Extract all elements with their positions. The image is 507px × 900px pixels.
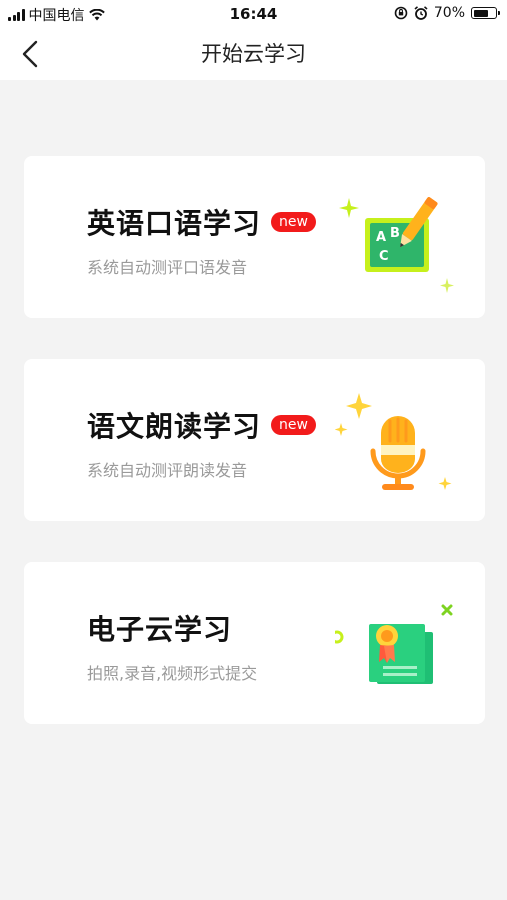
card-electronic-learning[interactable]: 电子云学习 拍照,录音,视频形式提交 — [24, 562, 485, 724]
alarm-icon — [414, 6, 428, 20]
orientation-lock-icon — [394, 6, 408, 20]
svg-text:A: A — [376, 230, 386, 245]
card-english-speaking[interactable]: 英语口语学习 new 系统自动测评口语发音 A B C — [24, 156, 485, 318]
svg-text:C: C — [379, 249, 389, 264]
status-bar: 中国电信 16:44 70% — [0, 0, 507, 28]
microphone-icon — [335, 393, 452, 490]
card-title: 英语口语学习 — [87, 207, 262, 240]
card-subtitle: 拍照,录音,视频形式提交 — [87, 664, 258, 683]
new-badge: new — [271, 212, 316, 232]
status-right: 70% — [394, 5, 500, 21]
battery-icon — [471, 7, 500, 19]
card-subtitle: 系统自动测评朗读发音 — [87, 461, 248, 480]
svg-text:B: B — [390, 226, 400, 241]
card-title: 语文朗读学习 — [87, 410, 262, 443]
abc-board-pencil-icon: A B C — [339, 197, 454, 293]
nav-bar: 开始云学习 — [0, 28, 507, 80]
card-chinese-reading[interactable]: 语文朗读学习 new 系统自动测评朗读发音 — [24, 359, 485, 521]
card-title-row: 英语口语学习 new — [87, 202, 316, 242]
new-badge: new — [271, 415, 316, 435]
battery-percent: 70% — [433, 5, 465, 21]
certificate-icon — [335, 604, 453, 684]
card-title-row: 电子云学习 — [87, 608, 232, 648]
page-title: 开始云学习 — [201, 42, 306, 66]
card-title-row: 语文朗读学习 new — [87, 405, 316, 445]
card-title: 电子云学习 — [87, 613, 233, 646]
card-subtitle: 系统自动测评口语发音 — [87, 258, 248, 277]
